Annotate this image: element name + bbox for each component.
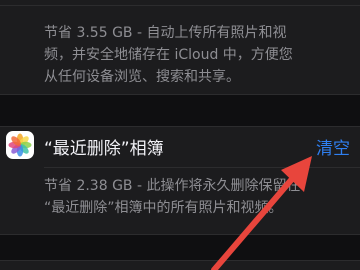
annotation-arrow (211, 156, 312, 270)
